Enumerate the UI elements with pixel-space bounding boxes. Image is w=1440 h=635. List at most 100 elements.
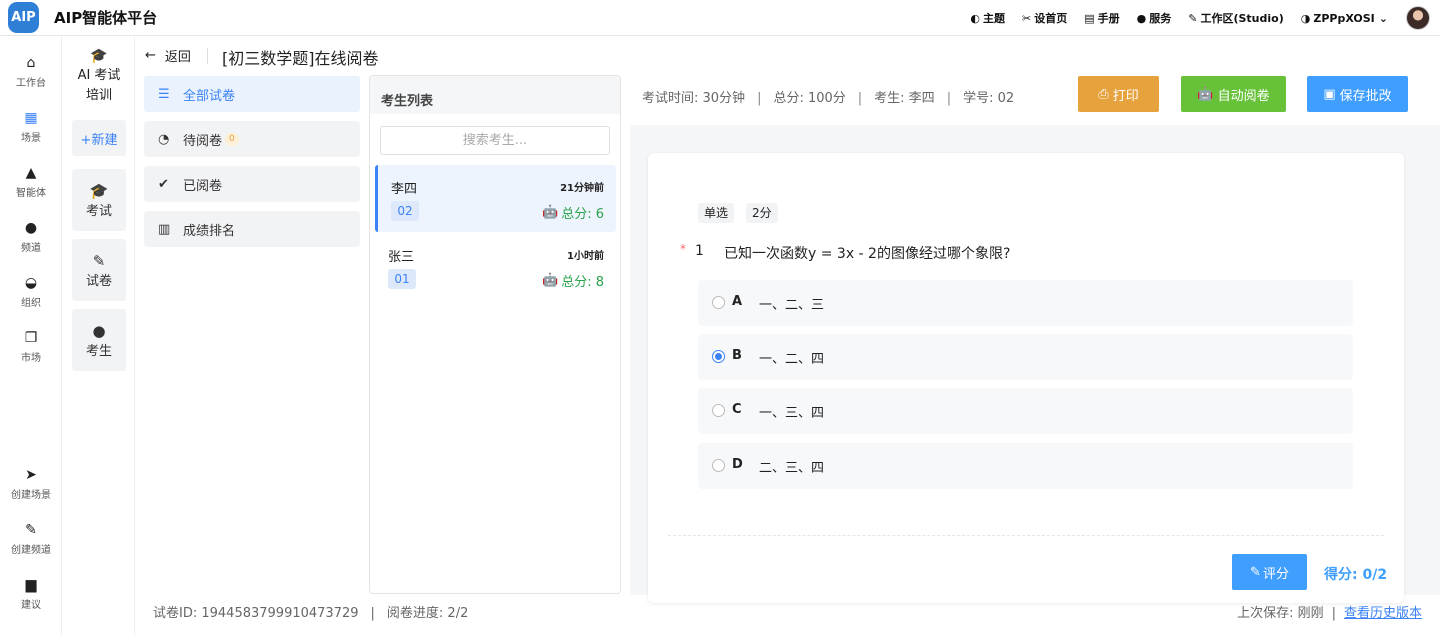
home-icon: ⌂ xyxy=(26,55,36,71)
book-icon: ▤ xyxy=(1084,11,1095,25)
option-text: 一、二、三 xyxy=(759,298,825,313)
option-letter: C xyxy=(732,402,742,417)
section-item-exam[interactable]: 🎓 考试 xyxy=(72,169,126,231)
theme-button[interactable]: ◐ 主题 xyxy=(970,10,1005,26)
avatar[interactable] xyxy=(1406,6,1430,30)
theme-label: 主题 xyxy=(983,12,1005,25)
footer-save-status: 上次保存: 刚刚 | 查看历史版本 xyxy=(1237,606,1422,621)
auto-grade-label: 自动阅卷 xyxy=(1217,88,1270,104)
filter-pending[interactable]: ◔ 待阅卷 0 xyxy=(144,121,360,157)
clock-icon: ◔ xyxy=(158,131,170,147)
rail-item-channel[interactable]: ● 频道 xyxy=(0,219,62,254)
arrow-left-icon: ← xyxy=(145,48,156,63)
rail-label: 建议 xyxy=(21,600,41,611)
manual-button[interactable]: ▤ 手册 xyxy=(1084,10,1119,26)
manual-label: 手册 xyxy=(1097,12,1120,25)
list-icon: ☰ xyxy=(158,86,170,102)
student-id-badge: 02 xyxy=(391,201,419,221)
student-time: 1小时前 xyxy=(567,251,604,262)
service-label: 服务 xyxy=(1149,12,1172,25)
filter-ranking[interactable]: ▥ 成绩排名 xyxy=(144,211,360,247)
copy-icon: ❐ xyxy=(24,330,38,346)
app-logo[interactable]: AIP xyxy=(8,2,39,33)
option-d[interactable]: D 二、三、四 xyxy=(698,443,1353,489)
grade-button[interactable]: ✎ 评分 xyxy=(1232,554,1307,590)
rail-label: 智能体 xyxy=(16,188,46,199)
question-score: 得分: 0/2 xyxy=(1324,567,1388,583)
set-homepage-label: 设首页 xyxy=(1034,12,1068,25)
student-card[interactable]: 张三 1小时前 01 🤖 总分: 8 xyxy=(375,233,616,300)
paper-plane-icon: ➤ xyxy=(25,467,37,483)
rail-item-org[interactable]: ◒ 组织 xyxy=(0,274,62,309)
section-title-line1: AI 考试 xyxy=(77,68,121,83)
section-item-candidate[interactable]: ● 考生 xyxy=(72,309,126,371)
rail-label: 工作台 xyxy=(16,78,46,89)
student-card[interactable]: 李四 21分钟前 02 🤖 总分: 6 xyxy=(375,165,616,232)
option-text: 二、三、四 xyxy=(759,461,825,476)
required-mark: * xyxy=(680,242,686,256)
service-button[interactable]: ● 服务 xyxy=(1137,10,1172,26)
rail-item-create-scene[interactable]: ➤ 创建场景 xyxy=(0,466,62,501)
save-icon: ▣ xyxy=(1323,86,1336,102)
student-name: 张三 xyxy=(388,250,415,265)
back-button[interactable]: ← 返回 xyxy=(145,46,191,65)
section-item-paper[interactable]: ✎ 试卷 xyxy=(72,239,126,301)
tools-icon: ✂ xyxy=(1022,11,1032,25)
student-score-text: 总分: 8 xyxy=(561,275,604,290)
save-grading-button[interactable]: ▣ 保存批改 xyxy=(1307,76,1408,112)
set-homepage-button[interactable]: ✂ 设首页 xyxy=(1022,10,1067,26)
student-time: 21分钟前 xyxy=(560,183,604,194)
section-title: 🎓 AI 考试 培训 xyxy=(63,46,135,106)
user-menu[interactable]: ◑ ZPPpXOSI ⌄ xyxy=(1301,12,1388,25)
filter-label: 已阅卷 xyxy=(183,178,223,194)
option-b[interactable]: B 一、二、四 xyxy=(698,334,1353,380)
history-link[interactable]: 查看历史版本 xyxy=(1344,606,1422,621)
top-bar: AIP AIP智能体平台 ◐ 主题 ✂ 设首页 ▤ 手册 ● 服务 ✎ 工作区(Studi… xyxy=(0,0,1440,36)
rail-item-market[interactable]: ❐ 市场 xyxy=(0,329,62,364)
divider xyxy=(668,535,1384,536)
rail-item-workbench[interactable]: ⌂ 工作台 xyxy=(0,54,62,89)
pencil-icon: ✎ xyxy=(1250,564,1261,580)
pending-count-badge: 0 xyxy=(225,132,239,146)
app-title: AIP智能体平台 xyxy=(54,9,158,27)
option-letter: D xyxy=(732,457,743,472)
top-nav: ◐ 主题 ✂ 设首页 ▤ 手册 ● 服务 ✎ 工作区(Studio) ◑ ZPPpXOSI ⌄ xyxy=(953,0,1430,36)
option-c[interactable]: C 一、三、四 xyxy=(698,388,1353,434)
robot-icon: 🤖 xyxy=(1197,86,1214,102)
check-circle-icon: ✔ xyxy=(158,176,169,192)
print-button[interactable]: ⎙ 打印 xyxy=(1078,76,1159,112)
user-edit-icon: ● xyxy=(92,322,106,340)
option-radio-selected[interactable] xyxy=(712,350,725,363)
student-name: 李四 xyxy=(391,182,418,197)
page-title: [初三数学题]在线阅卷 xyxy=(222,49,379,68)
graduation-cap-icon: 🎓 xyxy=(90,48,108,64)
rail-label: 频道 xyxy=(21,243,41,254)
question-number: 1 xyxy=(695,243,704,259)
workspace-button[interactable]: ✎ 工作区(Studio) xyxy=(1188,10,1284,26)
user-group-icon: ● xyxy=(24,220,38,236)
new-button[interactable]: +新建 xyxy=(72,120,126,156)
option-radio[interactable] xyxy=(712,459,725,472)
moon-icon: ◐ xyxy=(970,11,980,25)
question-text: 已知一次函数y = 3x - 2的图像经过哪个象限? xyxy=(724,246,1011,262)
rail-label: 创建频道 xyxy=(11,545,51,556)
section-item-label: 考试 xyxy=(85,204,112,219)
rail-item-create-channel[interactable]: ✎ 创建频道 xyxy=(0,521,62,556)
robot-icon: 🤖 xyxy=(542,205,559,220)
filter-all-papers[interactable]: ☰ 全部试卷 xyxy=(144,76,360,112)
bar-chart-icon: ▥ xyxy=(158,221,171,237)
paper-id: 试卷ID: 1944583799910473729 xyxy=(153,606,359,621)
auto-grade-button[interactable]: 🤖 自动阅卷 xyxy=(1181,76,1286,112)
section-item-label: 试卷 xyxy=(85,274,112,289)
option-letter: B xyxy=(732,348,742,363)
option-a[interactable]: A 一、二、三 xyxy=(698,280,1353,326)
option-letter: A xyxy=(732,294,743,309)
filter-graded[interactable]: ✔ 已阅卷 xyxy=(144,166,360,202)
rail-item-agent[interactable]: ▲ 智能体 xyxy=(0,164,62,199)
last-saved: 上次保存: 刚刚 xyxy=(1237,606,1324,621)
rail-item-scene[interactable]: ▦ 场景 xyxy=(0,109,62,144)
rail-item-feedback[interactable]: ▆ 建议 xyxy=(0,576,62,611)
student-search-input[interactable]: 搜索考生... xyxy=(380,126,610,155)
option-radio[interactable] xyxy=(712,296,725,309)
option-radio[interactable] xyxy=(712,404,725,417)
